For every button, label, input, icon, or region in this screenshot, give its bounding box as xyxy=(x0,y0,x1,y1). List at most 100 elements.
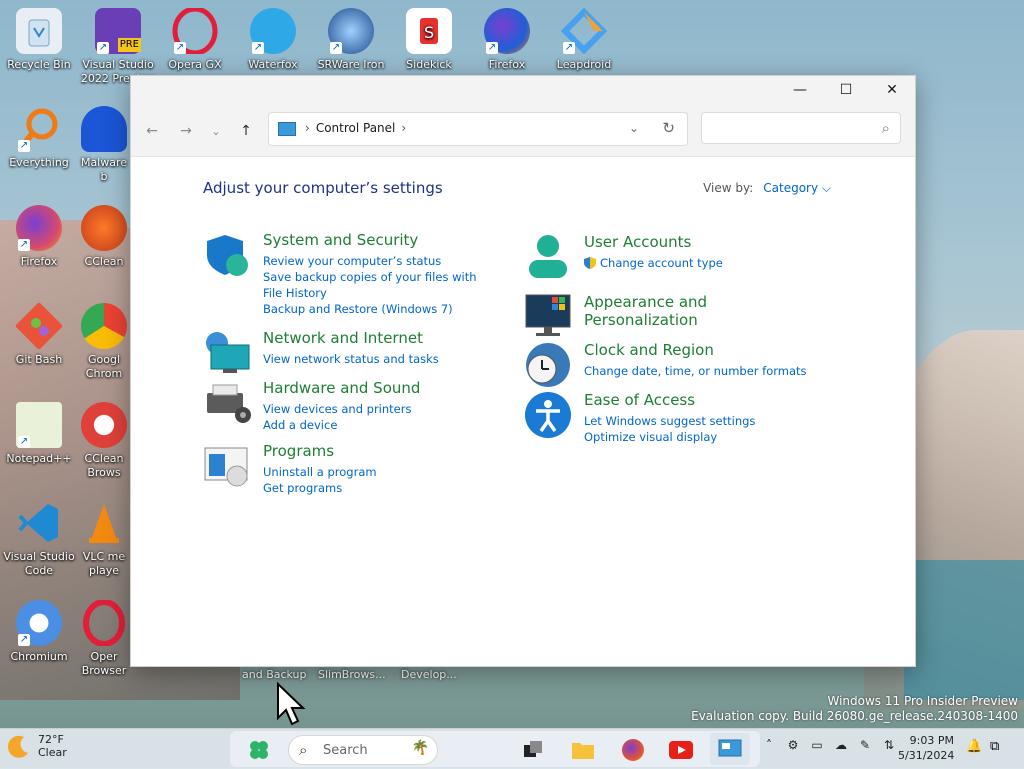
recent-locations-chevron-icon[interactable]: ⌄ xyxy=(205,120,227,142)
title-bar[interactable]: — ☐ ✕ xyxy=(131,76,915,104)
user-accounts-link[interactable]: User Accounts xyxy=(584,233,814,251)
uninstall-program-link[interactable]: Uninstall a program xyxy=(263,464,493,480)
get-programs-link[interactable]: Get programs xyxy=(263,480,493,496)
start-button[interactable] xyxy=(246,737,272,763)
refresh-icon[interactable]: ↻ xyxy=(662,119,675,137)
shortcut-arrow-icon: ↗ xyxy=(486,42,498,54)
desktop-icon-notepadpp[interactable]: ↗ Notepad++ xyxy=(0,402,78,466)
devices-printers-link[interactable]: View devices and printers xyxy=(263,401,493,417)
control-panel-taskbar-button[interactable] xyxy=(710,733,750,765)
minimize-button[interactable]: — xyxy=(777,76,823,104)
git-bash-icon xyxy=(14,301,64,351)
desktop-icon-leapdroid[interactable]: ↗ Leapdroid xyxy=(545,7,623,72)
system-security-link[interactable]: System and Security xyxy=(263,231,493,249)
windows-logo-icon xyxy=(250,741,268,759)
desktop-icon-sidekick[interactable]: S Sidekick xyxy=(390,8,468,72)
clock-region-link[interactable]: Clock and Region xyxy=(584,341,814,359)
mouse-cursor-icon xyxy=(277,682,306,726)
desktop-icon-vlc[interactable]: VLC me playe xyxy=(78,500,130,578)
firefox-icon: ↗ xyxy=(16,205,62,251)
file-history-link[interactable]: Save backup copies of your files with Fi… xyxy=(263,269,493,301)
everything-icon: ↗ xyxy=(16,106,62,152)
notification-bell-icon[interactable]: 🔔 xyxy=(966,739,982,754)
appearance-personalization-link[interactable]: Appearance and Personalization xyxy=(584,293,814,329)
task-view-icon xyxy=(524,741,542,757)
desktop-icon-chromium[interactable]: ↗ Chromium xyxy=(0,600,78,664)
desktop-icon-vscode[interactable]: Visual Studio Code xyxy=(0,500,78,578)
taskbar-search-box[interactable]: ⌕ Search 🌴 xyxy=(288,735,438,765)
network-status-link[interactable]: View network status and tasks xyxy=(263,351,493,367)
change-account-type-link[interactable]: Change account type xyxy=(584,255,814,271)
chromium-icon: ↗ xyxy=(16,600,62,646)
search-highlight-palm-icon: 🌴 xyxy=(411,740,429,756)
desktop-icon-waterfox[interactable]: ↗ Waterfox xyxy=(234,8,312,72)
desktop-icon-recycle-bin[interactable]: Recycle Bin xyxy=(0,8,78,72)
search-input[interactable] xyxy=(710,114,874,144)
desktop-icon-firefox-2[interactable]: ↗ Firefox xyxy=(0,205,78,269)
accessibility-icon xyxy=(524,391,572,439)
desktop-icon-firefox[interactable]: ↗ Firefox xyxy=(468,8,546,72)
page-heading: Adjust your computer’s settings xyxy=(203,179,443,197)
shortcut-arrow-icon: ↗ xyxy=(563,42,575,54)
hardware-sound-link[interactable]: Hardware and Sound xyxy=(263,379,493,397)
display-icon[interactable]: ▭ xyxy=(808,735,826,755)
maximize-button[interactable]: ☐ xyxy=(823,76,869,104)
firefox-taskbar-button[interactable] xyxy=(620,737,646,763)
weather-widget[interactable]: 72°F Clear xyxy=(6,733,67,759)
show-hidden-icons-chevron-icon[interactable]: ˄ xyxy=(760,735,778,755)
desktop-label-backup[interactable]: and Backup xyxy=(242,668,307,681)
breadcrumb[interactable]: › Control Panel › xyxy=(299,121,412,135)
network-internet-link[interactable]: Network and Internet xyxy=(263,329,493,347)
review-status-link[interactable]: Review your computer’s status xyxy=(263,253,493,269)
forward-arrow-icon[interactable]: → xyxy=(175,120,197,142)
optimize-display-link[interactable]: Optimize visual display xyxy=(584,429,814,445)
programs-icon xyxy=(203,442,251,490)
cloud-icon[interactable]: ☁ xyxy=(832,735,850,755)
windows-watermark: Windows 11 Pro Insider Preview Evaluatio… xyxy=(691,694,1018,723)
search-icon: ⌕ xyxy=(881,119,890,137)
desktop-icon-everything[interactable]: ↗ Everything xyxy=(0,106,78,170)
desktop-icon-malwarebytes[interactable]: Malwareb xyxy=(78,106,130,184)
vscode-icon xyxy=(16,500,62,546)
breadcrumb-control-panel[interactable]: Control Panel xyxy=(316,121,396,135)
ease-of-access-link[interactable]: Ease of Access xyxy=(584,391,814,409)
file-explorer-button[interactable] xyxy=(570,737,596,763)
shortcut-arrow-icon: ↗ xyxy=(18,140,30,152)
desktop-icon-google-chrome[interactable]: Googl Chrom xyxy=(78,303,130,381)
suggest-settings-link[interactable]: Let Windows suggest settings xyxy=(584,413,814,429)
desktop-icon-git-bash[interactable]: Git Bash xyxy=(0,301,78,367)
desktop-icon-srware-iron[interactable]: ↗ SRWare Iron xyxy=(312,8,390,72)
pen-icon[interactable]: ✎ xyxy=(856,735,874,755)
vlc-icon xyxy=(81,500,127,546)
add-device-link[interactable]: Add a device xyxy=(263,417,493,433)
taskbar: 72°F Clear ⌕ Search 🌴 ˄ ⚙ ▭ ☁ ✎ ⇅ 9:03 P… xyxy=(0,728,1024,769)
view-by-dropdown[interactable]: Category ⌵ xyxy=(763,181,831,195)
taskbar-clock[interactable]: 9:03 PM 5/31/2024 xyxy=(898,733,954,763)
desktop-icon-opera-gx[interactable]: ↗ Opera GX xyxy=(156,6,234,72)
search-box[interactable]: ⌕ xyxy=(701,112,901,144)
date-time-formats-link[interactable]: Change date, time, or number formats xyxy=(584,363,814,379)
opera-gx-icon: ↗ xyxy=(172,6,218,56)
up-arrow-icon[interactable]: ↑ xyxy=(235,120,257,142)
copilot-icon[interactable]: ⧉ xyxy=(990,739,999,754)
address-dropdown-chevron-icon[interactable]: ⌄ xyxy=(629,121,639,135)
backup-restore-link[interactable]: Backup and Restore (Windows 7) xyxy=(263,301,493,317)
desktop-icon-ccleaner-browser[interactable]: CClean Brows xyxy=(78,402,130,480)
network-icon[interactable]: ⇅ xyxy=(880,735,898,755)
address-bar[interactable]: › Control Panel › ⌄ ↻ xyxy=(268,112,688,146)
youtube-taskbar-button[interactable] xyxy=(668,737,694,763)
back-arrow-icon[interactable]: ← xyxy=(141,120,163,142)
notepadpp-icon: ↗ xyxy=(16,402,62,448)
desktop-icon-ccleaner[interactable]: CClean xyxy=(78,205,130,269)
programs-link[interactable]: Programs xyxy=(263,442,493,460)
desktop-label-slimbrowser[interactable]: SlimBrows... xyxy=(318,668,386,681)
task-view-button[interactable] xyxy=(520,737,546,763)
firefox-icon: ↗ xyxy=(484,8,530,54)
shortcut-arrow-icon: ↗ xyxy=(330,42,342,54)
system-tray: ˄ ⚙ ▭ ☁ ✎ ⇅ xyxy=(760,735,898,755)
desktop-label-developer[interactable]: Develop... xyxy=(401,668,457,681)
ccleaner-browser-icon xyxy=(81,402,127,448)
close-button[interactable]: ✕ xyxy=(869,76,915,104)
settings-gear-icon[interactable]: ⚙ xyxy=(784,735,802,755)
desktop-icon-opera[interactable]: Oper Browser xyxy=(78,600,130,678)
